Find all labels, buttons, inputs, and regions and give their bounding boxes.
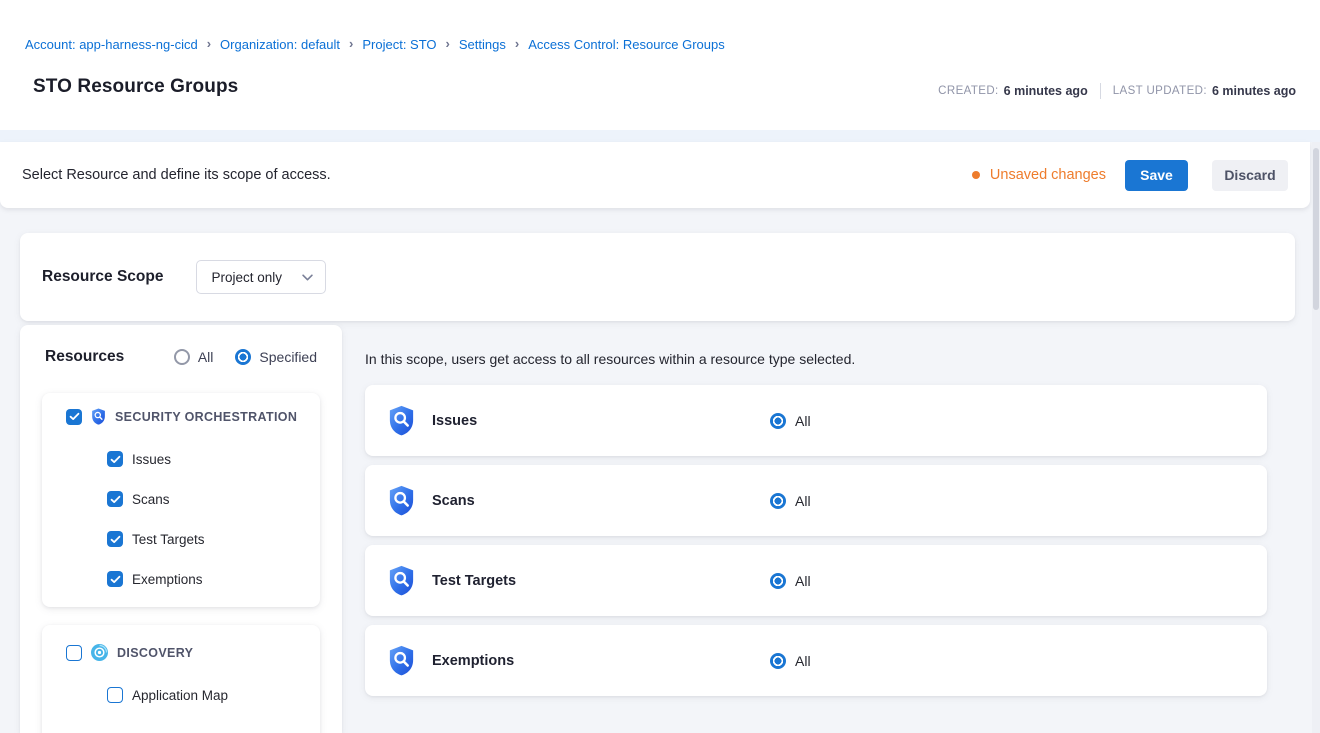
chevron-right-icon: › — [207, 36, 211, 51]
radio-option-all[interactable]: All — [174, 349, 214, 365]
resource-card-exemptions: Exemptions All — [365, 625, 1267, 696]
tree-item-test-targets: Test Targets — [42, 519, 320, 559]
checkbox-test-targets[interactable] — [107, 531, 123, 547]
tree-item-application-map: Application Map — [42, 675, 320, 715]
resource-card-test-targets: Test Targets All — [365, 545, 1267, 616]
resource-scope-label: Resource Scope — [42, 268, 163, 286]
toolbar-description: Select Resource and define its scope of … — [22, 167, 331, 183]
header-divider-band — [0, 130, 1320, 142]
checkbox-issues[interactable] — [107, 451, 123, 467]
checkbox-scans[interactable] — [107, 491, 123, 507]
access-option-all[interactable]: All — [770, 573, 811, 589]
checkbox-exemptions[interactable] — [107, 571, 123, 587]
last-updated-value: 6 minutes ago — [1212, 84, 1296, 98]
group-header-row: DISCOVERY — [42, 630, 320, 675]
tree-item-label: Test Targets — [132, 532, 205, 547]
resource-group-discovery: DISCOVERY Application Map — [42, 625, 320, 733]
chevron-right-icon: › — [446, 36, 450, 51]
radio-all-label: All — [795, 653, 811, 669]
resource-card-label: Scans — [432, 493, 770, 509]
resource-card-issues: Issues All — [365, 385, 1267, 456]
resource-card-scans: Scans All — [365, 465, 1267, 536]
action-toolbar: Select Resource and define its scope of … — [0, 142, 1310, 208]
radio-all-label: All — [795, 573, 811, 589]
tree-item-scans: Scans — [42, 479, 320, 519]
sto-shield-icon — [388, 405, 415, 436]
breadcrumb-account[interactable]: Account: app-harness-ng-cicd — [25, 37, 198, 52]
resource-card-label: Test Targets — [432, 573, 770, 589]
created-value: 6 minutes ago — [1004, 84, 1088, 98]
radio-all-label: All — [795, 493, 811, 509]
radio-all-control[interactable] — [770, 493, 786, 509]
tree-item-label: Exemptions — [132, 572, 203, 587]
checkbox-discovery[interactable] — [66, 645, 82, 661]
tree-item-label: Scans — [132, 492, 170, 507]
tree-item-label: Application Map — [132, 688, 228, 703]
breadcrumb-access-control[interactable]: Access Control: Resource Groups — [528, 37, 725, 52]
vertical-scrollbar-thumb[interactable] — [1313, 148, 1319, 310]
radio-all-control[interactable] — [770, 573, 786, 589]
tree-item-label: Issues — [132, 452, 171, 467]
discovery-target-icon — [91, 644, 108, 661]
access-option-all[interactable]: All — [770, 493, 811, 509]
radio-specified-control[interactable] — [235, 349, 251, 365]
resource-scope-dropdown[interactable]: Project only — [196, 260, 326, 294]
tree-item-issues: Issues — [42, 439, 320, 479]
unsaved-dot-icon — [972, 171, 980, 179]
resource-group-security-orchestration: SECURITY ORCHESTRATION Issues Scans Test… — [42, 393, 320, 607]
radio-specified-label: Specified — [259, 349, 317, 365]
unsaved-changes-indicator: Unsaved changes — [972, 167, 1106, 183]
breadcrumb-project[interactable]: Project: STO — [362, 37, 436, 52]
last-updated-label: LAST UPDATED: — [1113, 85, 1207, 97]
radio-all-label: All — [795, 413, 811, 429]
scope-description: In this scope, users get access to all r… — [365, 351, 855, 367]
chevron-right-icon: › — [515, 36, 519, 51]
radio-option-specified[interactable]: Specified — [235, 349, 317, 365]
access-option-all[interactable]: All — [770, 413, 811, 429]
page-title: STO Resource Groups — [33, 76, 238, 98]
breadcrumb-settings[interactable]: Settings — [459, 37, 506, 52]
access-option-all[interactable]: All — [770, 653, 811, 669]
sto-shield-icon — [91, 408, 106, 425]
resources-panel: Resources All Specified SECURITY ORCHEST… — [20, 325, 342, 733]
chevron-down-icon — [302, 274, 313, 281]
group-label: DISCOVERY — [117, 646, 193, 660]
unsaved-changes-label: Unsaved changes — [990, 167, 1106, 183]
created-label: CREATED: — [938, 85, 999, 97]
resource-scope-selected-value: Project only — [211, 270, 282, 285]
resource-card-label: Issues — [432, 413, 770, 429]
checkbox-application-map[interactable] — [107, 687, 123, 703]
checkbox-security-orchestration[interactable] — [66, 409, 82, 425]
sto-shield-icon — [388, 645, 415, 676]
tree-item-exemptions: Exemptions — [42, 559, 320, 599]
chevron-right-icon: › — [349, 36, 353, 51]
radio-all-control[interactable] — [174, 349, 190, 365]
sto-shield-icon — [388, 485, 415, 516]
save-button[interactable]: Save — [1125, 160, 1188, 191]
resource-scope-card: Resource Scope Project only — [20, 233, 1295, 321]
group-header-row: SECURITY ORCHESTRATION — [42, 394, 320, 439]
meta-divider — [1100, 83, 1101, 99]
resources-title: Resources — [45, 348, 124, 366]
radio-all-label: All — [198, 349, 214, 365]
group-label: SECURITY ORCHESTRATION — [115, 410, 297, 424]
breadcrumb-organization[interactable]: Organization: default — [220, 37, 340, 52]
discard-button[interactable]: Discard — [1212, 160, 1288, 191]
header-meta: CREATED: 6 minutes ago LAST UPDATED: 6 m… — [938, 83, 1296, 99]
page-header: Account: app-harness-ng-cicd › Organizat… — [0, 0, 1320, 130]
radio-all-control[interactable] — [770, 413, 786, 429]
resources-panel-header: Resources All Specified — [20, 325, 342, 366]
resource-card-label: Exemptions — [432, 653, 770, 669]
radio-all-control[interactable] — [770, 653, 786, 669]
breadcrumb: Account: app-harness-ng-cicd › Organizat… — [25, 37, 725, 52]
sto-shield-icon — [388, 565, 415, 596]
